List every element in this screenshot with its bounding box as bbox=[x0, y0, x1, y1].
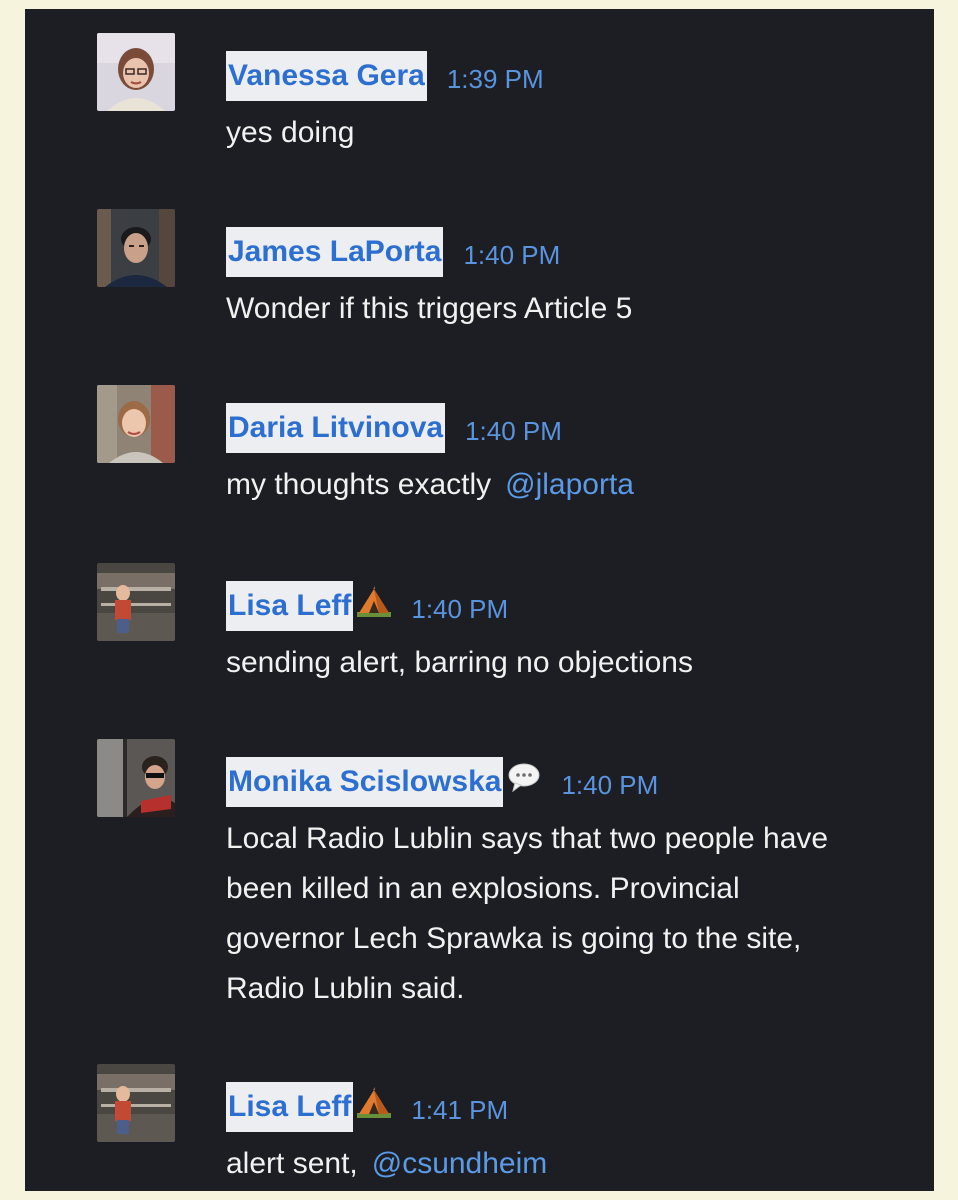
message-header: Lisa Leff 1:41 PM bbox=[226, 1082, 508, 1132]
message-header: Vanessa Gera 1:39 PM bbox=[226, 51, 544, 101]
message-text: yes doing bbox=[226, 108, 866, 158]
message-text: my thoughts exactly @jlaporta bbox=[226, 460, 866, 510]
timestamp[interactable]: 1:39 PM bbox=[447, 51, 544, 107]
message-header: Monika Scislowska 1:40 PM bbox=[226, 757, 658, 807]
speech-bubble-icon bbox=[507, 761, 541, 795]
chat-panel: Vanessa Gera 1:39 PM yes doing James LaPo… bbox=[25, 9, 934, 1191]
avatar[interactable] bbox=[97, 209, 175, 287]
author-name[interactable]: Lisa Leff bbox=[226, 581, 354, 631]
message-header: Daria Litvinova 1:40 PM bbox=[226, 403, 562, 453]
message-body: sending alert, barring no objections bbox=[226, 646, 693, 679]
timestamp[interactable]: 1:40 PM bbox=[463, 227, 560, 283]
camping-tent-icon bbox=[357, 585, 392, 619]
avatar[interactable] bbox=[97, 385, 175, 463]
author-name[interactable]: Daria Litvinova bbox=[226, 403, 446, 453]
user-mention[interactable]: @csundheim bbox=[372, 1147, 548, 1180]
author-name[interactable]: Monika Scislowska bbox=[226, 757, 504, 807]
avatar[interactable] bbox=[97, 1064, 175, 1142]
message-body: Wonder if this triggers Article 5 bbox=[226, 292, 633, 325]
avatar[interactable] bbox=[97, 563, 175, 641]
message-header: Lisa Leff 1:40 PM bbox=[226, 581, 508, 631]
message-body: alert sent, bbox=[226, 1147, 358, 1180]
timestamp[interactable]: 1:40 PM bbox=[465, 403, 562, 459]
timestamp[interactable]: 1:40 PM bbox=[561, 757, 658, 813]
camping-tent-icon bbox=[357, 1086, 392, 1120]
avatar[interactable] bbox=[97, 33, 175, 111]
timestamp[interactable]: 1:41 PM bbox=[411, 1082, 508, 1138]
timestamp[interactable]: 1:40 PM bbox=[411, 581, 508, 637]
author-name[interactable]: Lisa Leff bbox=[226, 1082, 354, 1132]
message-body: Local Radio Lublin says that two people … bbox=[226, 822, 829, 1005]
avatar[interactable] bbox=[97, 739, 175, 817]
message-body: yes doing bbox=[226, 116, 355, 149]
message-text: alert sent, @csundheim bbox=[226, 1139, 866, 1189]
author-name[interactable]: James LaPorta bbox=[226, 227, 444, 277]
author-name[interactable]: Vanessa Gera bbox=[226, 51, 427, 101]
message-text: Wonder if this triggers Article 5 bbox=[226, 284, 866, 334]
user-mention[interactable]: @jlaporta bbox=[505, 468, 634, 501]
message-text: Local Radio Lublin says that two people … bbox=[226, 814, 866, 1014]
message-header: James LaPorta 1:40 PM bbox=[226, 227, 560, 277]
message-text: sending alert, barring no objections bbox=[226, 638, 866, 688]
message-body: my thoughts exactly bbox=[226, 468, 492, 501]
